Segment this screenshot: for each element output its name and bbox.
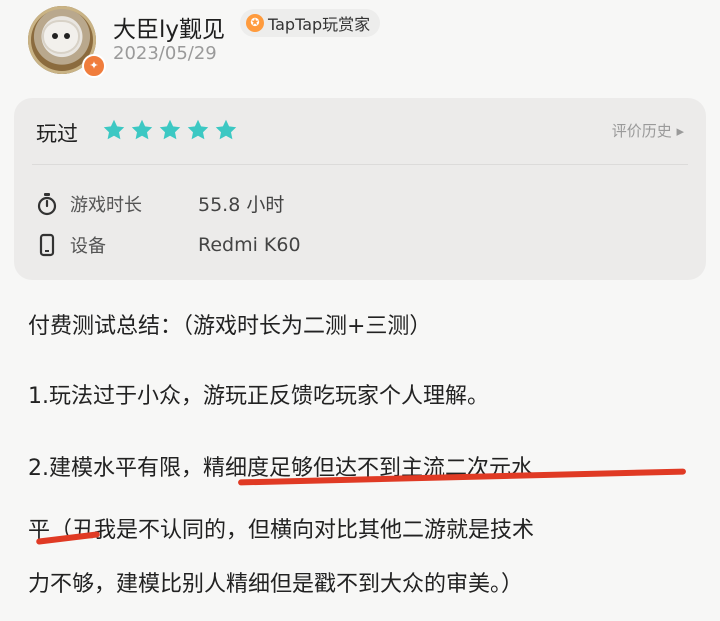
review-line-1: 付费测试总结：（游戏时长为二测+三测）	[28, 314, 432, 339]
avatar[interactable]: ✦	[22, 4, 106, 78]
username[interactable]: 大臣ly觐见	[113, 10, 225, 44]
star-icon	[131, 119, 153, 140]
star-rating	[102, 118, 238, 142]
star-icon	[187, 119, 209, 140]
medal-icon: ✪	[246, 14, 264, 32]
star-icon	[103, 119, 125, 140]
stopwatch-icon	[37, 192, 57, 215]
review-line-3-start: 2.建模水平有限，	[28, 456, 203, 481]
device-label: 设备	[70, 236, 106, 257]
phone-icon	[39, 233, 55, 257]
played-status: 玩过	[36, 122, 78, 146]
review-line-4-rest: （丑我是不认同的，但横向对比其他二游就是技术	[50, 518, 535, 543]
device-value: Redmi K60	[198, 234, 301, 256]
level-badge-icon: ✦	[82, 54, 106, 78]
review-info-card: 玩过 评价历史 ▸ 游戏时长 55.8 小时 设备 Redmi K60	[14, 98, 706, 280]
post-date: 2023/05/29	[113, 43, 217, 64]
device-row: 设备 Redmi K60	[36, 232, 301, 258]
playtime-label: 游戏时长	[70, 194, 142, 216]
playtime-value: 55.8 小时	[198, 194, 285, 216]
review-line-2: 1.玩法过于小众，游玩正反馈吃玩家个人理解。	[28, 384, 489, 409]
playtime-row: 游戏时长 55.8 小时	[36, 190, 284, 217]
avatar-face	[44, 22, 78, 52]
user-title-text: TapTap玩赏家	[268, 15, 371, 34]
review-line-5: 力不够，建模比别人精细但是戳不到大众的审美。）	[28, 572, 524, 597]
review-line-4: 平（丑我是不认同的，但横向对比其他二游就是技术	[28, 512, 708, 544]
star-icon	[215, 119, 237, 140]
star-icon	[159, 119, 181, 140]
rating-history-link[interactable]: 评价历史 ▸	[612, 120, 684, 141]
card-divider	[32, 164, 688, 165]
user-title-badge[interactable]: ✪ TapTap玩赏家	[240, 9, 381, 37]
